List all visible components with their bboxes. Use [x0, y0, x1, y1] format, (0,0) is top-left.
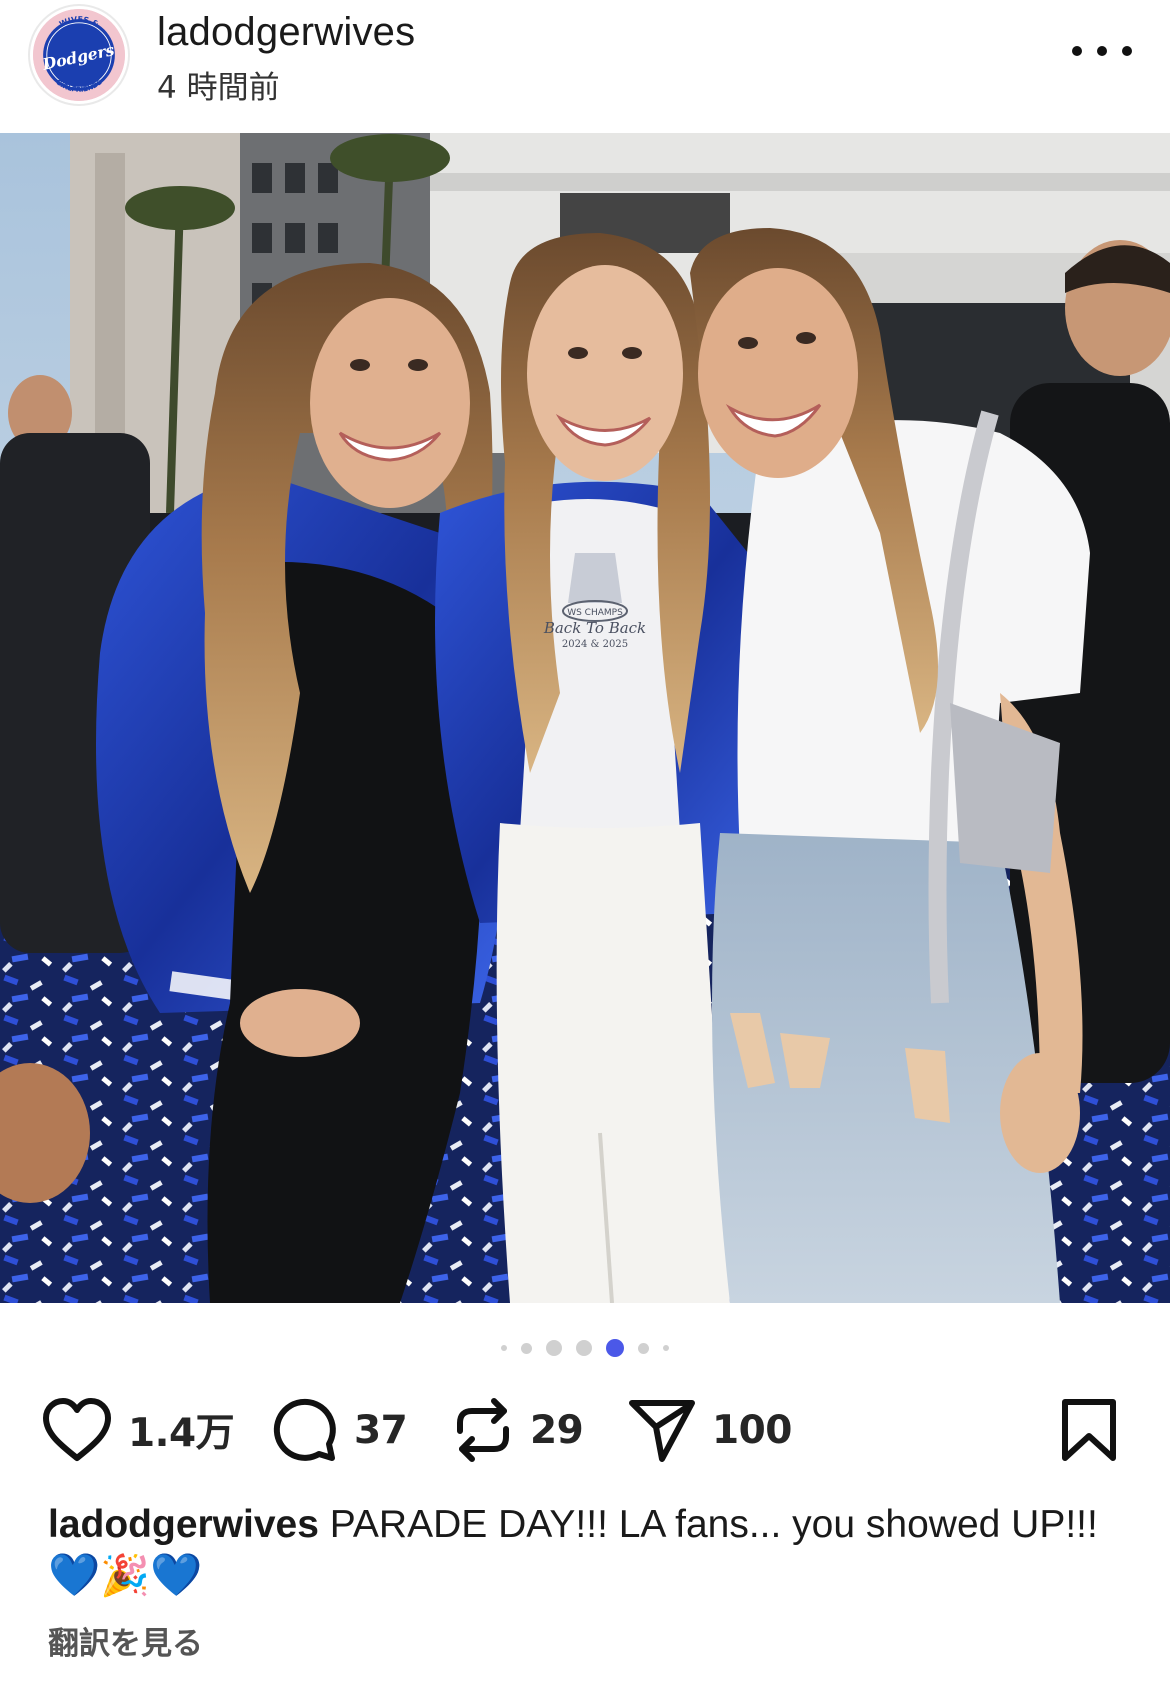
share-icon	[629, 1400, 695, 1462]
comment-count: 37	[354, 1407, 408, 1453]
heart-icon	[43, 1398, 111, 1461]
carousel-dot	[521, 1342, 532, 1354]
shirt-text-3: 2024 & 2025	[562, 639, 628, 650]
comment-button[interactable]: 37	[272, 1390, 408, 1470]
carousel-dot	[501, 1345, 507, 1351]
repost-icon	[457, 1398, 509, 1462]
header-username[interactable]: ladodgerwives	[157, 10, 415, 55]
bookmark-icon	[1062, 1399, 1116, 1461]
repost-count: 29	[530, 1407, 584, 1453]
profile-avatar[interactable]: WIVES & Dodgers GIRLFRIENDS	[30, 6, 128, 104]
carousel-dot	[663, 1345, 669, 1351]
caption-username[interactable]: ladodgerwives	[48, 1503, 319, 1546]
carousel-indicator	[0, 1336, 1170, 1360]
post-header: WIVES & Dodgers GIRLFRIENDS ladodgerwive…	[0, 0, 1170, 133]
share-button[interactable]: 100	[628, 1390, 792, 1470]
caption-text: PARADE DAY!!! LA fans... you showed UP!!…	[329, 1503, 1098, 1546]
carousel-dot	[546, 1340, 562, 1356]
post-timestamp: 4 時間前	[157, 70, 280, 106]
carousel-dot	[638, 1342, 649, 1354]
parade-photo: WS CHAMPS Back To Back 2024 & 2025	[0, 133, 1170, 1303]
share-count: 100	[712, 1407, 792, 1453]
comment-icon	[273, 1398, 336, 1461]
post-caption: ladodgerwives PARADE DAY!!! LA fans... y…	[48, 1500, 1128, 1602]
post-photo[interactable]: WS CHAMPS Back To Back 2024 & 2025	[0, 133, 1170, 1303]
shirt-text-1: WS CHAMPS	[567, 608, 623, 618]
party-popper-emoji: 🎉	[100, 1553, 151, 1599]
bookmark-button[interactable]	[1060, 1398, 1118, 1467]
more-options-button[interactable]	[1072, 36, 1132, 66]
more-icon	[1072, 46, 1082, 56]
like-button[interactable]: 1.4万	[42, 1390, 235, 1470]
repost-button[interactable]: 29	[452, 1390, 584, 1470]
shirt-text-2: Back To Back	[543, 619, 646, 637]
post: WIVES & Dodgers GIRLFRIENDS ladodgerwive…	[0, 0, 1170, 1684]
carousel-dot-active	[606, 1339, 624, 1357]
blue-heart-emoji: 💙	[48, 1550, 101, 1599]
see-translation-link[interactable]: 翻訳を見る	[48, 1618, 203, 1663]
action-bar: 1.4万 37 29 100	[0, 1390, 1170, 1470]
like-count: 1.4万	[128, 1411, 235, 1456]
blue-heart-emoji: 💙	[150, 1550, 203, 1599]
dodgers-logo: WIVES & Dodgers GIRLFRIENDS	[33, 9, 125, 101]
carousel-dot	[576, 1340, 592, 1356]
